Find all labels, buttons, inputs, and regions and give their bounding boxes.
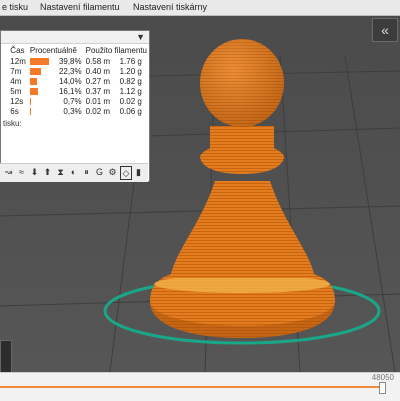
legend-length: 0.01 m [85, 96, 111, 106]
legend-table: Čas Procentuálně Použito filamentu 12m 39… [1, 45, 149, 116]
legend-bar-cell [28, 96, 57, 106]
col-filament: Použito filamentu [85, 46, 147, 55]
legend-swatch [1, 56, 8, 66]
tab-print-settings[interactable]: e tisku [2, 2, 28, 12]
legend-length: 0.58 m [85, 56, 111, 66]
legend-bar-cell [28, 76, 57, 86]
travel-icon[interactable]: ↝ [3, 166, 14, 178]
legend-bar-cell [28, 86, 57, 96]
custom-gcode-icon[interactable]: G [94, 166, 105, 178]
dropdown-arrow-icon: ▼ [136, 32, 145, 42]
gcode-legend-panel: ▼ Čas Procentuálně Použito filamentu 12m… [0, 30, 150, 182]
print-label: tisku: [3, 119, 22, 128]
seams-icon[interactable]: ⧗ [55, 166, 66, 178]
cog-icon[interactable]: ⚙ [107, 166, 118, 178]
legend-swatch [1, 86, 8, 96]
legend-row: 12m 39,8% 0.58 m 1.76 g [1, 56, 149, 66]
deretractions-icon[interactable]: ⬆ [42, 166, 53, 178]
col-time: Čas [10, 46, 25, 55]
sidebar-collapse-button[interactable]: « [372, 18, 398, 42]
legend-swatch [1, 106, 8, 116]
legend-percent-bar [29, 88, 38, 95]
legend-weight: 1.76 g [119, 56, 142, 66]
legend-time: 5m [10, 86, 22, 96]
legend-time: 6s [10, 106, 19, 116]
view-options-toolbar: ↝ ≈ ⬇ ⬆ ⧗ ◐ ⏸ G ⚙ ◇ ▮ [0, 163, 148, 182]
pause-icon[interactable]: ⏸ [81, 166, 92, 178]
legend-percent: 39,8% [58, 56, 82, 66]
legend-percent-bar [29, 98, 31, 105]
legend-length: 0.40 m [85, 66, 111, 76]
legend-bar-cell [28, 56, 57, 66]
legend-row: 6s 0,3% 0.02 m 0.06 g [1, 106, 149, 116]
view-cube-icon[interactable] [0, 340, 12, 374]
legend-swatch [1, 96, 8, 106]
legend-percent-bar [29, 68, 41, 75]
legend-percent: 14,0% [58, 76, 82, 86]
legend-percent-bar [29, 78, 37, 85]
legend-percent: 0,3% [63, 106, 82, 116]
settings-tab-bar: e tisku Nastavení filamentu Nastavení ti… [0, 0, 400, 16]
slider-value: 48050 [371, 373, 394, 382]
legend-row: 7m 22,3% 0.40 m 1.20 g [1, 66, 149, 76]
legend-weight: 0.02 g [119, 96, 142, 106]
legend-length: 0.37 m [85, 86, 111, 96]
legend-swatch [1, 66, 8, 76]
legend-bar-cell [28, 66, 57, 76]
legend-weight: 0.82 g [119, 76, 142, 86]
legend-time: 7m [10, 66, 22, 76]
legend-length: 0.27 m [85, 76, 111, 86]
tab-printer-settings[interactable]: Nastavení tiskárny [133, 2, 207, 12]
legend-row: 4m 14,0% 0.27 m 0.82 g [1, 76, 149, 86]
legend-percent: 0,7% [63, 96, 82, 106]
legend-time: 12s [10, 96, 24, 106]
horizontal-move-slider[interactable]: 48050 [0, 372, 400, 401]
tab-filament-settings[interactable]: Nastavení filamentu [40, 2, 120, 12]
legend-time: 4m [10, 76, 22, 86]
legend-row: 12s 0,7% 0.01 m 0.02 g [1, 96, 149, 106]
legend-length: 0.02 m [85, 106, 111, 116]
view-type-dropdown[interactable]: ▼ [1, 31, 149, 44]
col-percent: Procentuálně [29, 46, 78, 55]
legend-percent-bar [29, 108, 31, 115]
legend-weight: 1.20 g [119, 66, 142, 76]
wipe-icon[interactable]: ≈ [16, 166, 27, 178]
pawn-model[interactable] [150, 39, 335, 338]
legend-weight: 0.06 g [119, 106, 142, 116]
legend-row: 5m 16,1% 0.37 m 1.12 g [1, 86, 149, 96]
retractions-icon[interactable]: ⬇ [29, 166, 40, 178]
shells-icon[interactable]: ◇ [120, 166, 132, 180]
legend-bar-cell [28, 106, 57, 116]
legend-swatch [1, 76, 8, 86]
double-chevron-left-icon: « [381, 22, 389, 38]
legend-weight: 1.12 g [119, 86, 142, 96]
legend-percent: 16,1% [58, 86, 82, 96]
legend-time: 12m [10, 56, 26, 66]
color-changes-icon[interactable]: ◐ [68, 166, 79, 178]
slider-track [0, 386, 382, 388]
legend-percent: 22,3% [58, 66, 82, 76]
legend-percent-bar [29, 58, 49, 65]
slider-thumb[interactable] [379, 382, 386, 394]
tool-marker-icon[interactable]: ▮ [133, 166, 144, 178]
